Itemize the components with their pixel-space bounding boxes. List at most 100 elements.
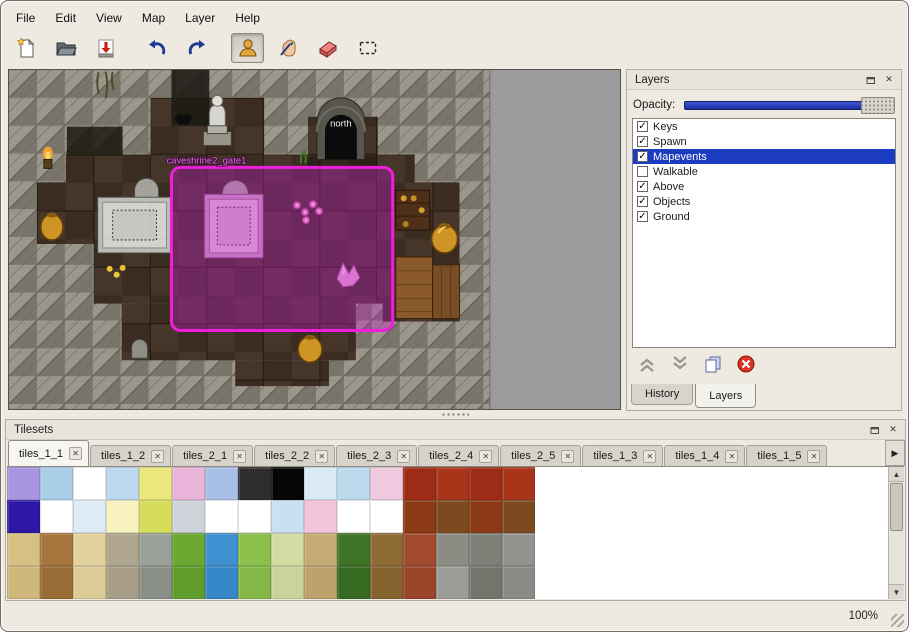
tab-close-icon[interactable]: ✕ xyxy=(807,450,820,463)
tab-close-icon[interactable]: ✕ xyxy=(315,450,328,463)
tile-3-14[interactable] xyxy=(469,566,502,599)
duplicate-layer-button[interactable] xyxy=(703,354,723,374)
layer-row-walkable[interactable]: Walkable xyxy=(633,164,895,179)
person-tool-button[interactable] xyxy=(231,33,264,63)
tileset-tab-tiles_1_2[interactable]: tiles_1_2✕ xyxy=(90,445,171,466)
menu-edit[interactable]: Edit xyxy=(46,7,85,29)
tileset-tab-tiles_2_5[interactable]: tiles_2_5✕ xyxy=(500,445,581,466)
tile-3-11[interactable] xyxy=(370,566,403,599)
tileset-scrollbar[interactable]: ▲ ▼ xyxy=(888,467,904,599)
tab-close-icon[interactable]: ✕ xyxy=(233,450,246,463)
tile-2-0[interactable] xyxy=(7,533,40,566)
dock-tab-history[interactable]: History xyxy=(631,384,693,405)
tile-1-8[interactable] xyxy=(271,500,304,533)
tab-close-icon[interactable]: ✕ xyxy=(397,450,410,463)
tile-1-2[interactable] xyxy=(73,500,106,533)
tile-1-3[interactable] xyxy=(106,500,139,533)
tile-0-10[interactable] xyxy=(337,467,370,500)
redo-button[interactable] xyxy=(180,33,213,63)
hand-pen-tool-button[interactable] xyxy=(271,33,304,63)
tile-1-10[interactable] xyxy=(337,500,370,533)
layer-visibility-checkbox[interactable]: ✓ xyxy=(637,151,648,162)
layer-visibility-checkbox[interactable] xyxy=(637,166,648,177)
tab-close-icon[interactable]: ✕ xyxy=(479,450,492,463)
float-button[interactable] xyxy=(867,422,883,437)
tile-2-13[interactable] xyxy=(436,533,469,566)
map-canvas[interactable]: caveshrine2_gate1 north xyxy=(8,69,621,410)
tile-0-7[interactable] xyxy=(238,467,271,500)
tile-0-5[interactable] xyxy=(172,467,205,500)
tile-1-11[interactable] xyxy=(370,500,403,533)
tile-3-9[interactable] xyxy=(304,566,337,599)
tileset-tab-tiles_1_4[interactable]: tiles_1_4✕ xyxy=(664,445,745,466)
tile-1-7[interactable] xyxy=(238,500,271,533)
new-button[interactable] xyxy=(9,33,42,63)
tile-2-12[interactable] xyxy=(403,533,436,566)
dock-tab-layers[interactable]: Layers xyxy=(695,384,756,408)
tile-3-0[interactable] xyxy=(7,566,40,599)
menu-view[interactable]: View xyxy=(87,7,131,29)
tile-3-4[interactable] xyxy=(139,566,172,599)
tile-3-1[interactable] xyxy=(40,566,73,599)
scrollbar-thumb[interactable] xyxy=(890,483,903,531)
opacity-slider-handle[interactable] xyxy=(861,97,895,114)
tile-2-4[interactable] xyxy=(139,533,172,566)
open-button[interactable] xyxy=(49,33,82,63)
layer-visibility-checkbox[interactable]: ✓ xyxy=(637,181,648,192)
tile-1-13[interactable] xyxy=(436,500,469,533)
tile-2-8[interactable] xyxy=(271,533,304,566)
tile-0-15[interactable] xyxy=(502,467,535,500)
tile-2-7[interactable] xyxy=(238,533,271,566)
close-icon[interactable]: ✕ xyxy=(885,422,901,437)
tile-1-1[interactable] xyxy=(40,500,73,533)
tile-3-8[interactable] xyxy=(271,566,304,599)
tile-2-14[interactable] xyxy=(469,533,502,566)
tile-3-6[interactable] xyxy=(205,566,238,599)
tile-0-3[interactable] xyxy=(106,467,139,500)
tile-0-0[interactable] xyxy=(7,467,40,500)
tile-3-15[interactable] xyxy=(502,566,535,599)
tile-3-10[interactable] xyxy=(337,566,370,599)
tile-0-11[interactable] xyxy=(370,467,403,500)
resize-grip[interactable] xyxy=(891,614,904,627)
layer-visibility-checkbox[interactable]: ✓ xyxy=(637,121,648,132)
tile-2-9[interactable] xyxy=(304,533,337,566)
tile-3-12[interactable] xyxy=(403,566,436,599)
tile-2-2[interactable] xyxy=(73,533,106,566)
tile-0-9[interactable] xyxy=(304,467,337,500)
tile-2-5[interactable] xyxy=(172,533,205,566)
tab-close-icon[interactable]: ✕ xyxy=(69,447,82,460)
tile-1-14[interactable] xyxy=(469,500,502,533)
opacity-slider[interactable] xyxy=(684,96,895,114)
layer-row-keys[interactable]: ✓Keys xyxy=(633,119,895,134)
tab-scroll-right-button[interactable]: ▶ xyxy=(885,440,905,466)
tab-close-icon[interactable]: ✕ xyxy=(151,450,164,463)
tile-2-15[interactable] xyxy=(502,533,535,566)
float-button[interactable] xyxy=(863,72,879,87)
layer-row-objects[interactable]: ✓Objects xyxy=(633,194,895,209)
tile-0-4[interactable] xyxy=(139,467,172,500)
tile-0-1[interactable] xyxy=(40,467,73,500)
tab-close-icon[interactable]: ✕ xyxy=(643,450,656,463)
tilesets-dock-titlebar[interactable]: Tilesets ✕ xyxy=(6,420,905,440)
undo-button[interactable] xyxy=(140,33,173,63)
layer-visibility-checkbox[interactable]: ✓ xyxy=(637,136,648,147)
menu-layer[interactable]: Layer xyxy=(176,7,224,29)
tile-0-8[interactable] xyxy=(271,467,304,500)
save-button[interactable] xyxy=(89,33,122,63)
layer-row-ground[interactable]: ✓Ground xyxy=(633,209,895,224)
tileset-tab-tiles_1_1[interactable]: tiles_1_1✕ xyxy=(8,440,89,466)
tab-close-icon[interactable]: ✕ xyxy=(561,450,574,463)
tile-2-6[interactable] xyxy=(205,533,238,566)
menu-help[interactable]: Help xyxy=(226,7,269,29)
layers-dock-titlebar[interactable]: Layers ✕ xyxy=(627,70,901,90)
tile-1-15[interactable] xyxy=(502,500,535,533)
close-icon[interactable]: ✕ xyxy=(881,72,897,87)
delete-layer-button[interactable] xyxy=(736,354,756,374)
layer-row-spawn[interactable]: ✓Spawn xyxy=(633,134,895,149)
tile-0-14[interactable] xyxy=(469,467,502,500)
tile-1-6[interactable] xyxy=(205,500,238,533)
tile-0-2[interactable] xyxy=(73,467,106,500)
tile-2-3[interactable] xyxy=(106,533,139,566)
tab-close-icon[interactable]: ✕ xyxy=(725,450,738,463)
